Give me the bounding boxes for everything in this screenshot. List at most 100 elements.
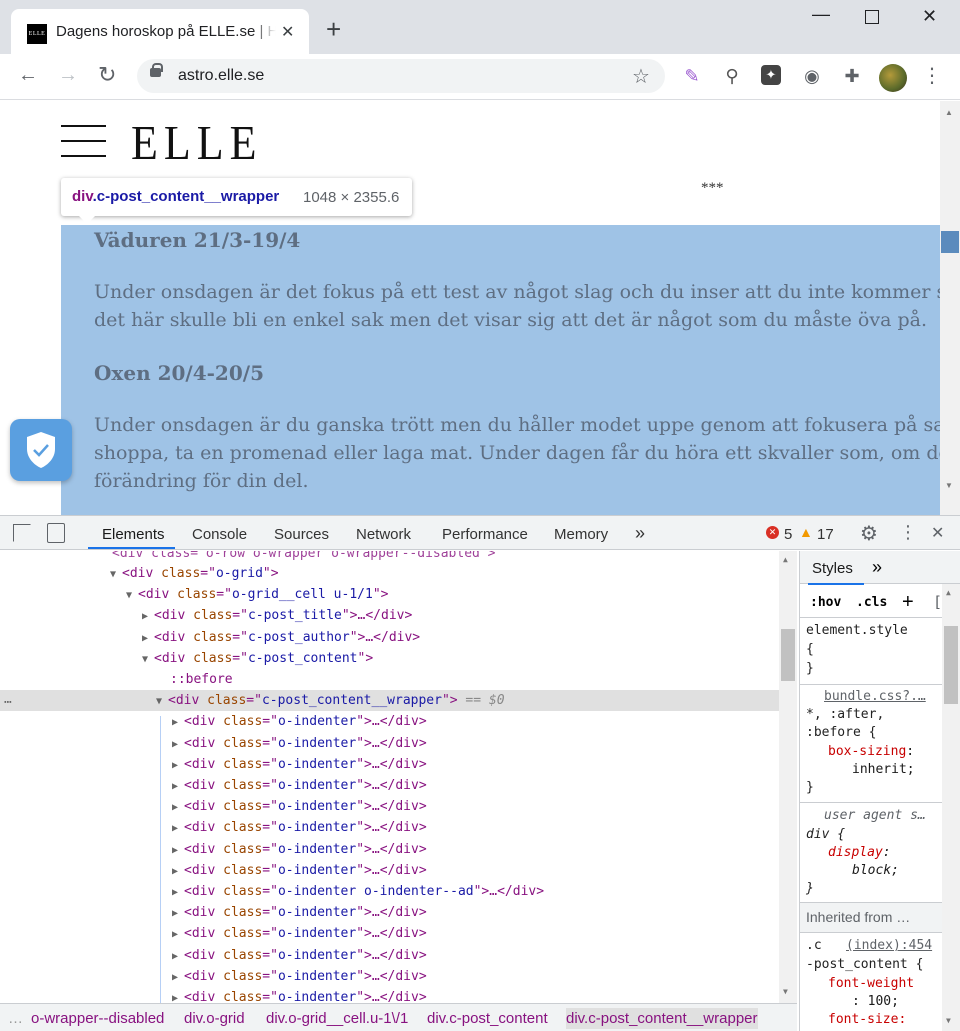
styles-scrollbar[interactable]: ▲ ▼ [942,584,960,1031]
expand-toggle-icon[interactable]: ▶ [172,903,184,924]
page-vertical-scrollbar[interactable]: ▲ ▼ [940,101,960,515]
scroll-down-icon[interactable]: ▼ [945,481,953,490]
eyedropper-extension-icon[interactable]: ⚲ [721,65,743,87]
tab-memory[interactable]: Memory [554,526,608,543]
dom-row[interactable]: ▶ <div class="o-indenter">…</div> [0,923,779,944]
style-source-link[interactable]: bundle.css?.… [824,689,926,704]
expand-toggle-icon[interactable]: ▼ [156,691,168,712]
tab-performance[interactable]: Performance [442,526,528,543]
tab-sources[interactable]: Sources [274,526,329,543]
scroll-up-icon[interactable]: ▲ [945,108,953,117]
expand-toggle-icon[interactable]: ▶ [172,776,184,797]
scroll-up-icon[interactable]: ▲ [783,555,788,564]
dom-row[interactable]: ▶ <div class="o-indenter">…</div> [0,733,779,754]
error-icon[interactable]: ✕ [766,526,779,539]
expand-toggle-icon[interactable]: ▼ [126,585,138,606]
scrollbar-thumb[interactable] [781,629,795,681]
breadcrumb-item[interactable]: … [8,1010,23,1027]
dom-row[interactable]: ::before [0,669,779,690]
tab-console[interactable]: Console [192,526,247,543]
maximize-icon[interactable] [865,10,879,24]
dom-row[interactable]: ▼ <div class="c-post_content"> [0,648,779,669]
row-menu-icon[interactable]: ⋯ [4,695,12,710]
tab-styles[interactable]: Styles [812,560,853,577]
feather-extension-icon[interactable]: ✎ [681,65,703,87]
devtools-close-icon[interactable]: ✕ [931,523,944,543]
computed-toggle-icon[interactable]: [ [933,593,942,611]
dom-row[interactable]: ▶ <div class="o-indenter">…</div> [0,902,779,923]
settings-gear-icon[interactable]: ⚙ [860,521,878,546]
expand-toggle-icon[interactable]: ▶ [142,606,154,627]
profile-avatar[interactable] [879,64,907,92]
device-toolbar-icon[interactable] [47,523,65,543]
lightbulb-extension-icon[interactable]: ✦ [761,65,781,85]
dom-row[interactable]: ▶ <div class="o-indenter o-indenter--ad">… [0,881,779,902]
hamburger-menu-icon[interactable] [61,125,106,157]
puzzle-extensions-icon[interactable]: ✚ [841,65,863,87]
expand-toggle-icon[interactable]: ▶ [172,861,184,882]
style-source-link[interactable]: (index):454 [846,938,932,953]
reload-icon[interactable]: ↻ [98,62,116,88]
style-value[interactable]: : 100; [852,994,899,1009]
dom-row[interactable]: ▶ <div class="c-post_author">…</div> [0,627,779,648]
new-tab-button[interactable]: + [326,16,341,42]
expand-toggle-icon[interactable]: ▶ [172,797,184,818]
expand-toggle-icon[interactable]: ▶ [172,734,184,755]
scrollbar-thumb[interactable] [941,231,959,253]
expand-toggle-icon[interactable]: ▶ [172,840,184,861]
scrollbar-thumb[interactable] [944,626,958,704]
expand-toggle-icon[interactable]: ▶ [172,818,184,839]
elle-logo[interactable]: ELLE [131,115,263,171]
dom-row[interactable]: ▶ <div class="o-indenter">…</div> [0,796,779,817]
elements-scrollbar[interactable]: ▲ ▼ [779,551,797,1003]
scroll-up-icon[interactable]: ▲ [946,588,951,597]
style-property[interactable]: font-size: [828,1012,906,1027]
breadcrumb-item-selected[interactable]: div.c-post_content__wrapper [566,1008,758,1029]
dom-row[interactable]: ▶ <div class="o-indenter">…</div> [0,711,779,732]
expand-toggle-icon[interactable]: ▶ [172,882,184,903]
dom-row[interactable]: ▶ <div class="o-indenter">…</div> [0,945,779,966]
more-tabs-button[interactable]: » [635,523,645,544]
breadcrumb-item[interactable]: o-wrapper--disabled [31,1010,164,1027]
tab-elements[interactable]: Elements [102,526,165,543]
class-toggle[interactable]: .cls [856,595,887,610]
devtools-menu-icon[interactable]: ⋮ [899,522,917,543]
dom-row[interactable]: ▶ <div class="o-indenter">…</div> [0,839,779,860]
expand-toggle-icon[interactable]: ▶ [172,755,184,776]
expand-toggle-icon[interactable]: ▶ [172,988,184,1003]
expand-toggle-icon[interactable]: ▶ [172,946,184,967]
camera-extension-icon[interactable]: ◉ [801,65,823,87]
more-panes-button[interactable]: » [872,557,882,578]
expand-toggle-icon[interactable]: ▶ [172,712,184,733]
privacy-shield-button[interactable] [10,419,72,481]
dom-row[interactable]: ▶ <div class="o-indenter">…</div> [0,987,779,1003]
bookmark-star-icon[interactable]: ☆ [632,64,650,89]
hover-state-toggle[interactable]: :hov [810,595,841,610]
expand-toggle-icon[interactable]: ▼ [142,649,154,670]
dom-row[interactable]: ▶ <div class="o-indenter">…</div> [0,754,779,775]
breadcrumb-item[interactable]: div.o-grid__cell.u-1\/1 [266,1010,408,1027]
expand-toggle-icon[interactable]: ▼ [110,564,122,585]
warning-count[interactable]: 17 [817,526,834,543]
minimize-icon[interactable]: — [812,4,830,25]
breadcrumb-item[interactable]: div.o-grid [184,1010,245,1027]
browser-tab[interactable]: ELLE Dagens horoskop på ELLE.se | Horosk… [11,9,309,54]
dom-row[interactable]: ▶ <div class="o-indenter">…</div> [0,775,779,796]
tab-network[interactable]: Network [356,526,411,543]
style-property[interactable]: box-sizing: [828,744,914,759]
address-bar[interactable]: astro.elle.se ☆ [137,59,665,93]
scroll-down-icon[interactable]: ▼ [783,987,788,996]
scroll-down-icon[interactable]: ▼ [946,1016,951,1025]
forward-icon[interactable]: → [58,64,78,87]
warning-icon[interactable]: ▲ [799,524,813,540]
tab-close-icon[interactable]: ✕ [281,22,294,42]
dom-row-selected[interactable]: ▼ <div class="c-post_content__wrapper"> =… [0,690,779,712]
dom-row[interactable]: ▶ <div class="o-indenter">…</div> [0,966,779,987]
dom-row[interactable]: ▼ <div class="o-grid__cell u-1/1"> [0,584,779,605]
menu-dots-icon[interactable]: ⋮ [921,65,943,87]
dom-row[interactable]: ▼ <div class="o-grid"> [0,563,779,584]
new-rule-button[interactable]: + [902,591,914,614]
inspect-element-icon[interactable] [13,524,31,542]
expand-toggle-icon[interactable]: ▶ [142,628,154,649]
window-close-icon[interactable]: ✕ [922,6,937,27]
